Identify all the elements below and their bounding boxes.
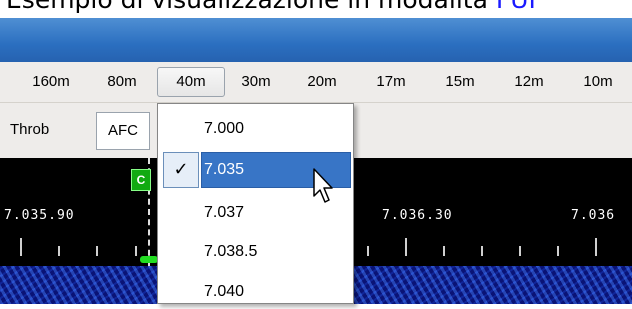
menu-item-label: 7.000 <box>204 120 245 137</box>
throb-mode-label[interactable]: Throb <box>10 121 49 138</box>
menu-item-label: 7.035 <box>204 161 245 178</box>
caption-link[interactable]: FUI <box>496 0 536 14</box>
menu-item-label: 7.038.5 <box>204 243 258 260</box>
check-icon: ✓ <box>163 152 199 188</box>
signal-marker <box>140 256 158 263</box>
freq-label: 7.035.90 <box>4 208 75 223</box>
band-button-15m[interactable]: 15m <box>440 69 480 95</box>
band-button-30m[interactable]: 30m <box>236 69 276 95</box>
scale-tick <box>58 246 60 256</box>
scale-tick <box>367 246 369 256</box>
menu-item[interactable]: 7.038.5 <box>158 235 353 269</box>
window-titlebar <box>0 18 632 62</box>
band-toolbar: 160m 80m 40m 30m 20m 17m 15m 12m 10m <box>0 62 632 103</box>
scale-tick <box>135 246 137 256</box>
cursor-marker[interactable]: C <box>131 169 151 191</box>
afc-button[interactable]: AFC <box>96 112 150 150</box>
scale-tick <box>405 238 407 256</box>
band-button-17m[interactable]: 17m <box>371 69 411 95</box>
band-button-20m[interactable]: 20m <box>302 69 342 95</box>
menu-item[interactable]: 7.000 <box>158 112 353 146</box>
band-button-40m[interactable]: 40m <box>157 67 225 97</box>
band-button-12m[interactable]: 12m <box>509 69 549 95</box>
scale-tick <box>557 246 559 256</box>
scale-tick <box>96 246 98 256</box>
scale-tick <box>20 238 22 256</box>
band-button-80m[interactable]: 80m <box>102 69 142 95</box>
freq-label: 7.036.30 <box>382 208 453 223</box>
band-button-160m[interactable]: 160m <box>26 69 76 95</box>
scale-tick <box>595 238 597 256</box>
menu-item-label: 7.037 <box>204 204 245 221</box>
scale-tick <box>443 246 445 256</box>
caption-text: Esempio di visualizzazione in modalità <box>6 0 496 14</box>
scale-tick <box>519 246 521 256</box>
band-button-10m[interactable]: 10m <box>578 69 618 95</box>
freq-label: 7.036 <box>571 208 616 223</box>
scale-tick <box>481 246 483 256</box>
page-caption: Esempio di visualizzazione in modalità F… <box>6 0 536 15</box>
mouse-pointer-icon <box>313 168 333 203</box>
